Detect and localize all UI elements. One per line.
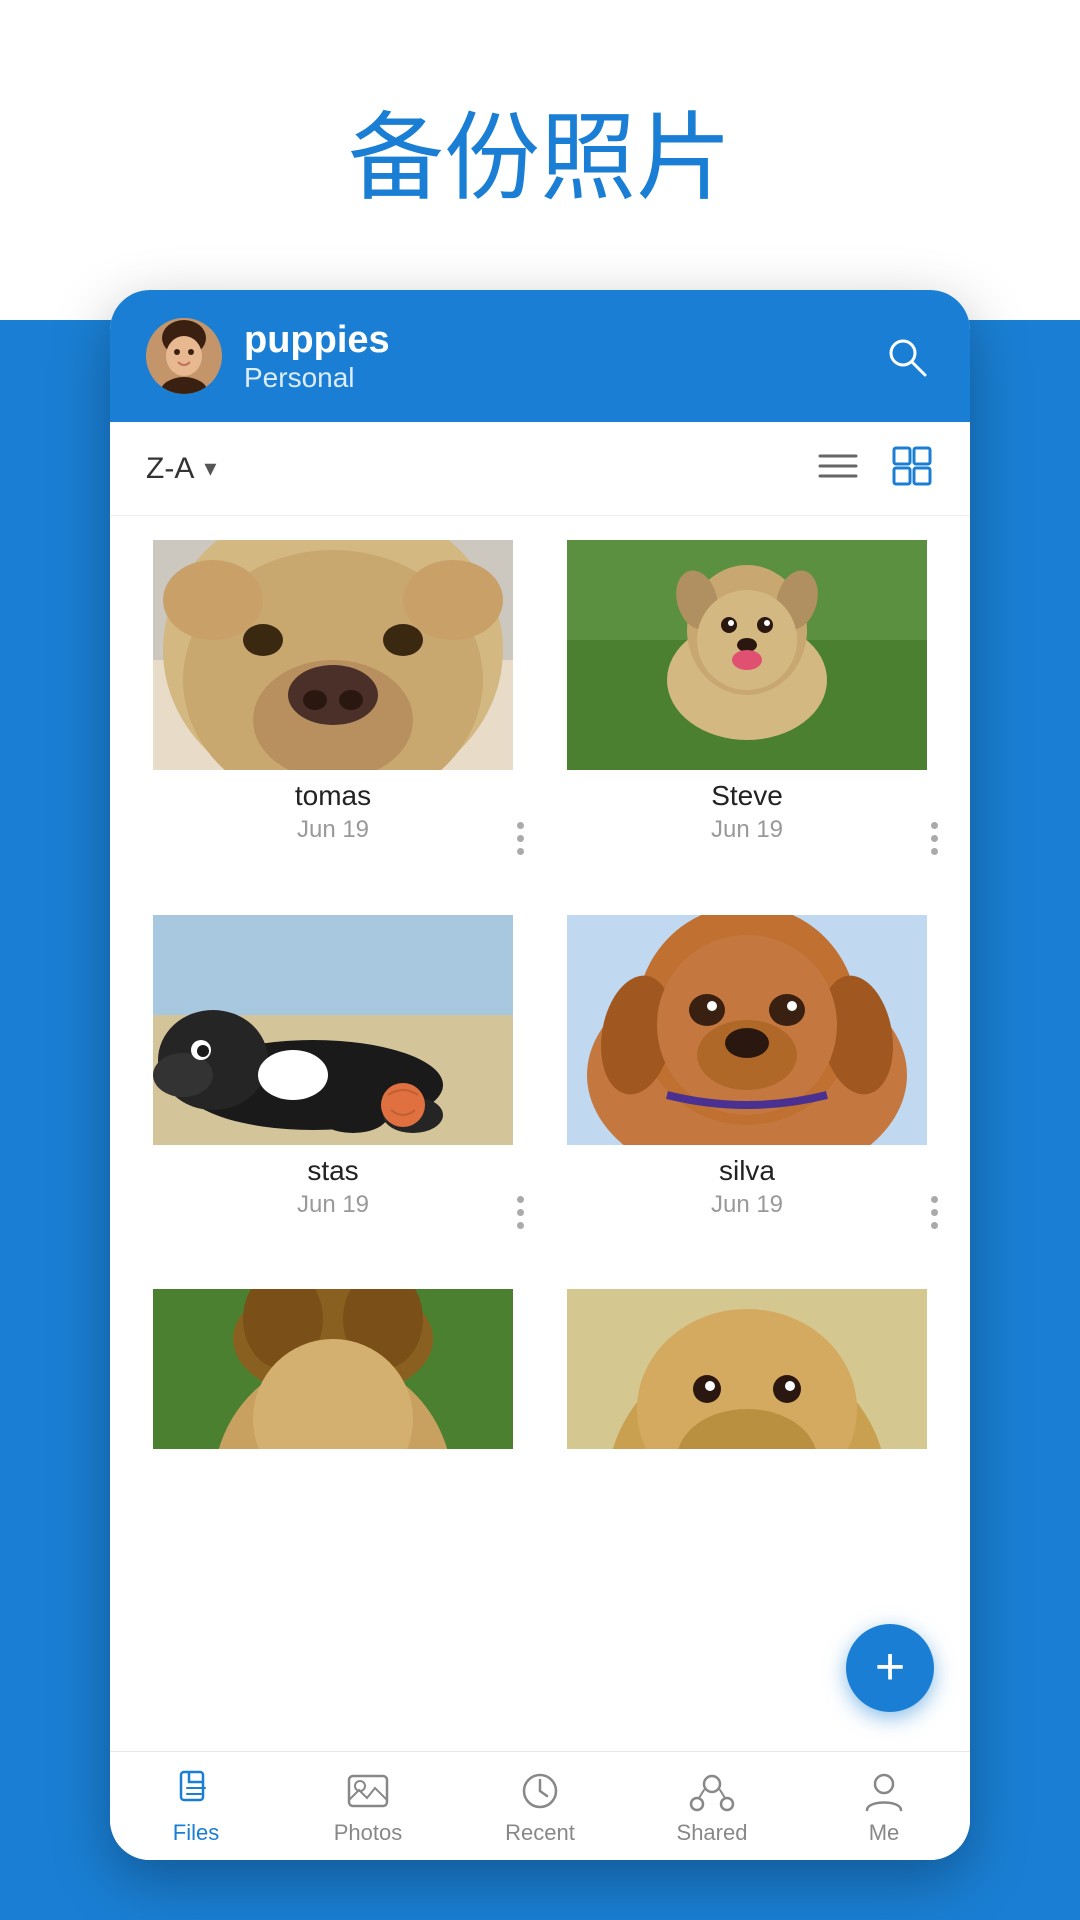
app-header: puppies Personal <box>110 290 970 422</box>
more-menu-tomas[interactable] <box>513 818 528 859</box>
bottom-nav: Files Photos Recent <box>110 1751 970 1860</box>
search-icon <box>883 333 929 379</box>
me-icon <box>861 1768 907 1814</box>
list-icon <box>816 444 860 488</box>
photo-item-partial2[interactable] <box>552 1289 942 1449</box>
photo-item-stas[interactable]: stas Jun 19 <box>138 915 528 1266</box>
photo-item-steve[interactable]: Steve Jun 19 <box>552 540 942 891</box>
more-menu-stas[interactable] <box>513 1192 528 1233</box>
chevron-down-icon: ▾ <box>204 454 216 483</box>
photo-grid: tomas Jun 19 <box>110 516 970 1496</box>
nav-label-recent: Recent <box>505 1820 575 1846</box>
nav-label-shared: Shared <box>677 1820 748 1846</box>
header-account-type: Personal <box>244 362 856 394</box>
header-text: puppies Personal <box>244 319 856 394</box>
photo-date-steve: Jun 19 <box>552 816 942 844</box>
photo-item-partial1[interactable] <box>138 1289 528 1449</box>
shared-icon <box>689 1768 735 1814</box>
header-username: puppies <box>244 319 856 362</box>
photos-icon <box>345 1768 391 1814</box>
photo-date-tomas: Jun 19 <box>138 816 528 844</box>
photo-item-tomas[interactable]: tomas Jun 19 <box>138 540 528 891</box>
photo-name-silva: silva <box>552 1155 942 1187</box>
nav-label-photos: Photos <box>334 1820 403 1846</box>
photo-date-silva: Jun 19 <box>552 1191 942 1219</box>
toolbar: Z-A ▾ <box>110 422 970 516</box>
photo-item-silva[interactable]: silva Jun 19 <box>552 915 942 1266</box>
grid-icon <box>890 444 934 488</box>
nav-label-files: Files <box>173 1820 219 1846</box>
grid-view-button[interactable] <box>890 444 934 493</box>
fab-add-button[interactable]: + <box>846 1624 934 1712</box>
photo-date-stas: Jun 19 <box>138 1191 528 1219</box>
recent-icon <box>517 1768 563 1814</box>
nav-item-shared[interactable]: Shared <box>652 1768 772 1846</box>
more-menu-silva[interactable] <box>927 1192 942 1233</box>
photo-name-steve: Steve <box>552 780 942 812</box>
nav-item-photos[interactable]: Photos <box>308 1768 428 1846</box>
files-icon <box>173 1768 219 1814</box>
fab-plus-icon: + <box>875 1641 905 1693</box>
search-button[interactable] <box>878 328 934 384</box>
avatar <box>146 318 222 394</box>
photo-name-tomas: tomas <box>138 780 528 812</box>
nav-item-files[interactable]: Files <box>136 1768 256 1846</box>
photo-name-stas: stas <box>138 1155 528 1187</box>
page-title: 备份照片 <box>0 0 1080 219</box>
more-menu-steve[interactable] <box>927 818 942 859</box>
nav-item-recent[interactable]: Recent <box>480 1768 600 1846</box>
sort-button[interactable]: Z-A ▾ <box>146 452 216 486</box>
nav-item-me[interactable]: Me <box>824 1768 944 1846</box>
nav-label-me: Me <box>869 1820 900 1846</box>
list-view-button[interactable] <box>816 444 860 493</box>
sort-label: Z-A <box>146 452 194 486</box>
